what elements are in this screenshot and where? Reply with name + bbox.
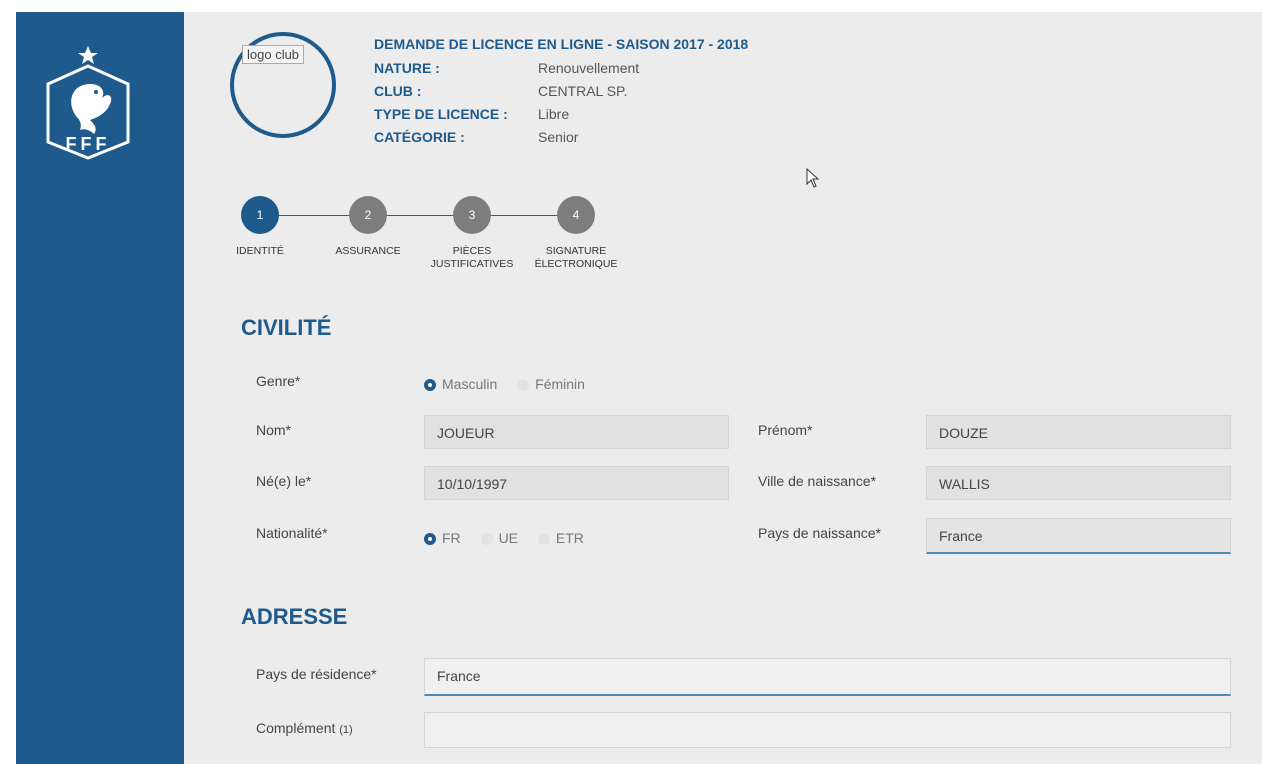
step-1-circle[interactable]: 1 xyxy=(241,196,279,234)
main-content: logo club DEMANDE DE LICENCE EN LIGNE - … xyxy=(184,12,1262,764)
genre-label: Genre* xyxy=(256,373,301,389)
header-row-categorie: CATÉGORIE : Senior xyxy=(374,129,578,145)
step-connector xyxy=(279,215,349,216)
step-1-label: IDENTITÉ xyxy=(230,245,290,258)
step-2-circle[interactable]: 2 xyxy=(349,196,387,234)
step-2-label: ASSURANCE xyxy=(330,245,406,258)
header-key: TYPE DE LICENCE : xyxy=(374,106,508,122)
radio-label: Masculin xyxy=(442,376,498,392)
complement-label-text: Complément xyxy=(256,720,336,736)
step-connector xyxy=(491,215,557,216)
complement-field[interactable] xyxy=(424,712,1231,748)
nom-label: Nom* xyxy=(256,422,292,438)
mouse-cursor-icon xyxy=(806,167,820,193)
step-label-line: JUSTIFICATIVES xyxy=(430,258,514,270)
pays-naissance-label: Pays de naissance* xyxy=(758,525,881,541)
pays-residence-field[interactable]: France xyxy=(424,658,1231,696)
step-label-line: PIÈCES xyxy=(452,245,492,257)
page-title: DEMANDE DE LICENCE EN LIGNE - SAISON 201… xyxy=(374,36,749,52)
pays-naissance-field[interactable]: France xyxy=(926,518,1231,554)
radio-unchecked-icon xyxy=(517,379,530,391)
step-label-line: IDENTITÉ xyxy=(236,245,284,257)
pays-residence-label: Pays de résidence* xyxy=(256,666,377,682)
header-value: Renouvellement xyxy=(538,60,640,76)
club-logo-label: logo club xyxy=(242,45,305,64)
radio-checked-icon xyxy=(424,379,436,391)
step-3-circle[interactable]: 3 xyxy=(453,196,491,234)
step-3-label: PIÈCES JUSTIFICATIVES xyxy=(424,245,520,271)
complement-label: Complément (1) xyxy=(256,720,353,736)
step-4-label: SIGNATURE ÉLECTRONIQUE xyxy=(528,245,624,271)
ne-le-label: Né(e) le* xyxy=(256,473,312,489)
ville-naissance-label: Ville de naissance* xyxy=(758,473,877,489)
fff-logo[interactable]: FFF xyxy=(36,44,140,168)
prenom-label: Prénom* xyxy=(758,422,813,438)
section-title-civilite: CIVILITÉ xyxy=(241,315,332,340)
radio-label: ETR xyxy=(555,530,584,546)
radio-label: UE xyxy=(498,530,519,546)
step-4-circle[interactable]: 4 xyxy=(557,196,595,234)
step-label-line: SIGNATURE xyxy=(545,245,607,257)
nom-field[interactable]: JOUEUR xyxy=(424,415,729,449)
header-row-club: CLUB : CENTRAL SP. xyxy=(374,83,627,99)
prenom-field[interactable]: DOUZE xyxy=(926,415,1231,449)
radio-label: Féminin xyxy=(535,376,585,392)
header-value: Libre xyxy=(538,106,570,122)
step-connector xyxy=(387,215,453,216)
header-row-nature: NATURE : Renouvellement xyxy=(374,60,639,76)
radio-label: FR xyxy=(442,530,461,546)
ville-naissance-field[interactable]: WALLIS xyxy=(926,466,1231,500)
radio-unchecked-icon xyxy=(480,533,493,545)
svg-text:FFF: FFF xyxy=(66,134,111,154)
nationalite-option-etr[interactable]: ETR xyxy=(537,530,584,546)
step-label-line: ÉLECTRONIQUE xyxy=(534,258,618,270)
step-label-line: ASSURANCE xyxy=(335,245,401,257)
header-key: CATÉGORIE : xyxy=(374,129,465,145)
genre-option-feminin[interactable]: Féminin xyxy=(517,376,585,392)
genre-option-masculin[interactable]: Masculin xyxy=(424,376,497,392)
nationalite-option-ue[interactable]: UE xyxy=(480,530,519,546)
header-value: Senior xyxy=(538,129,579,145)
nationalite-label: Nationalité* xyxy=(256,525,328,541)
sidebar: FFF xyxy=(16,12,184,764)
header-key: CLUB : xyxy=(374,83,422,99)
radio-unchecked-icon xyxy=(537,533,550,545)
genre-radio-group: Masculin Féminin xyxy=(424,376,601,392)
header-key: NATURE : xyxy=(374,60,440,76)
radio-checked-icon xyxy=(424,533,436,545)
ne-le-field[interactable]: 10/10/1997 xyxy=(424,466,729,500)
complement-note: (1) xyxy=(339,724,353,736)
section-title-adresse: ADRESSE xyxy=(241,604,348,629)
nationalite-option-fr[interactable]: FR xyxy=(424,530,461,546)
header-row-type-licence: TYPE DE LICENCE : Libre xyxy=(374,106,569,122)
header-value: CENTRAL SP. xyxy=(538,83,628,99)
nationalite-radio-group: FR UE ETR xyxy=(424,530,600,546)
